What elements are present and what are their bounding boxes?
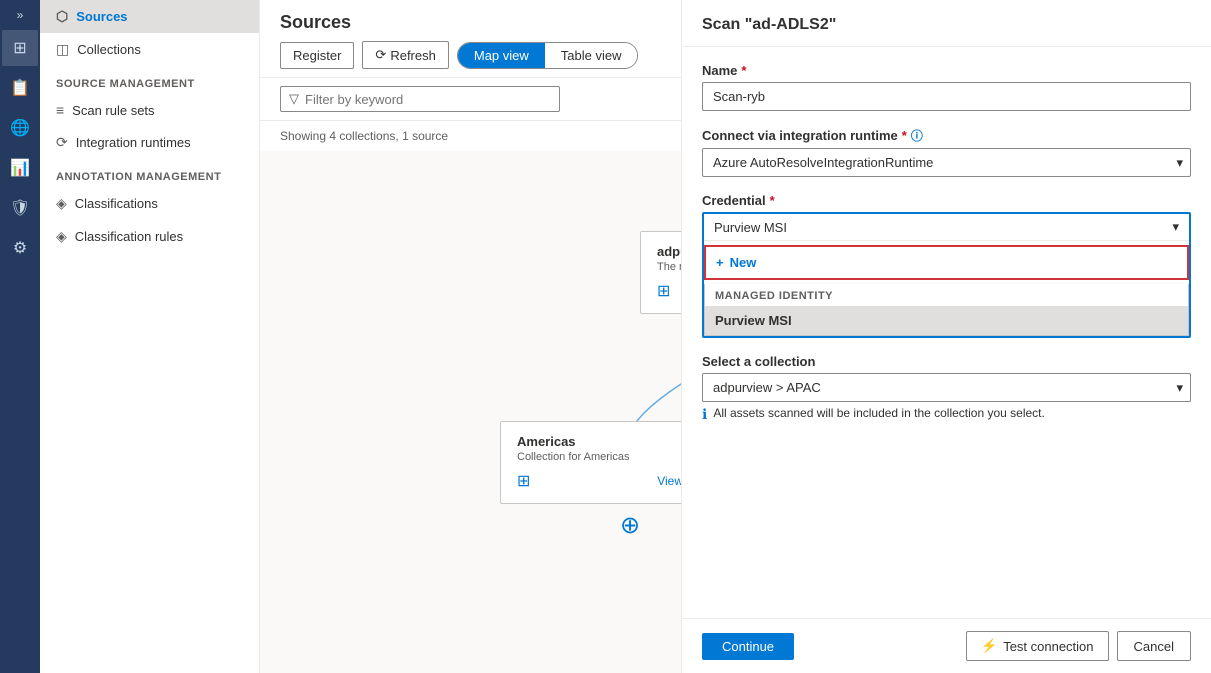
managed-identity-section-label: MANAGED IDENTITY (705, 284, 1188, 306)
name-required: * (741, 63, 746, 78)
credential-current-value: Purview MSI (714, 220, 1172, 235)
scan-panel: Scan "ad-ADLS2" Name * Connect via integ… (681, 0, 1211, 673)
adpurview-card-actions: ⊞ (657, 281, 681, 301)
americas-grid-icon[interactable]: ⊞ (517, 471, 530, 491)
sidebar: ⬡ Sources ◫ Collections Source managemen… (40, 0, 260, 673)
map-canvas: adpurvi The root c ⊞ Americas Collection… (280, 171, 681, 671)
nav-catalog[interactable]: 📋 (2, 70, 38, 106)
panel-header: Scan "ad-ADLS2" (682, 0, 1211, 47)
sidebar-classifications-label: Classifications (75, 196, 158, 211)
main-header: Sources Register ⟳ Refresh Map view Tabl… (260, 0, 681, 78)
collection-select[interactable]: adpurview > APAC (702, 373, 1191, 402)
sidebar-item-sources[interactable]: ⬡ Sources (40, 0, 259, 33)
sidebar-item-classification-rules[interactable]: ◈ Classification rules (40, 220, 259, 253)
main-content: Sources Register ⟳ Refresh Map view Tabl… (260, 0, 681, 673)
credential-input-row[interactable]: Purview MSI ▾ (704, 214, 1189, 241)
runtime-select-wrapper: Azure AutoResolveIntegrationRuntime ▾ (702, 148, 1191, 177)
name-input[interactable] (702, 82, 1191, 111)
info-icon: ℹ (702, 406, 707, 423)
adpurview-grid-icon[interactable]: ⊞ (657, 281, 670, 301)
credential-options: MANAGED IDENTITY Purview MSI (704, 284, 1189, 336)
sidebar-item-classifications[interactable]: ◈ Classifications (40, 187, 259, 220)
sidebar-scan-rule-sets-label: Scan rule sets (72, 103, 154, 118)
sidebar-collections-label: Collections (77, 42, 141, 57)
map-area[interactable]: adpurvi The root c ⊞ Americas Collection… (260, 151, 681, 673)
runtime-label: Connect via integration runtime * ⓘ (702, 127, 1191, 144)
sidebar-item-integration-runtimes[interactable]: ⟳ Integration runtimes (40, 126, 259, 159)
adpurview-card-title: adpurvi (657, 244, 681, 259)
credential-label: Credential * (702, 193, 1191, 208)
new-button-label: New (730, 255, 757, 270)
sidebar-integration-runtimes-label: Integration runtimes (76, 135, 191, 150)
scan-rule-sets-icon: ≡ (56, 102, 64, 118)
credential-chevron-icon: ▾ (1172, 219, 1179, 235)
classifications-icon: ◈ (56, 195, 67, 212)
credential-dropdown-container[interactable]: Purview MSI ▾ + New MANAGED IDENTITY Pur… (702, 212, 1191, 338)
runtime-required: * (902, 128, 907, 143)
americas-card-actions: ⊞ View d (517, 471, 681, 491)
showing-count: Showing 4 collections, 1 source (260, 121, 681, 151)
name-group: Name * (702, 63, 1191, 111)
footer-right-buttons: ⚡ Test connection Cancel (966, 631, 1191, 661)
icon-bar: » ⊞ 📋 🌐 📊 🛡 ⚙ (0, 0, 40, 673)
adpurview-card: adpurvi The root c ⊞ (640, 231, 681, 314)
sidebar-item-scan-rule-sets[interactable]: ≡ Scan rule sets (40, 94, 259, 126)
credential-option-purview-msi[interactable]: Purview MSI (705, 306, 1188, 335)
sidebar-sources-label: Sources (76, 9, 127, 24)
map-view-button[interactable]: Map view (458, 43, 545, 68)
panel-title: Scan "ad-ADLS2" (702, 16, 1191, 34)
adpurview-card-subtitle: The root c (657, 261, 681, 273)
cancel-button[interactable]: Cancel (1117, 631, 1191, 661)
classification-rules-icon: ◈ (56, 228, 67, 245)
sidebar-item-collections[interactable]: ◫ Collections (40, 33, 259, 66)
collection-select-wrapper: adpurview > APAC ▾ (702, 373, 1191, 402)
panel-footer: Continue ⚡ Test connection Cancel (682, 618, 1211, 673)
refresh-button[interactable]: ⟳ Refresh (362, 41, 448, 69)
credential-group: Credential * Purview MSI ▾ + New MANAGED… (702, 193, 1191, 338)
view-details-link[interactable]: View d (657, 474, 681, 488)
name-label: Name * (702, 63, 1191, 78)
view-toggle: Map view Table view (457, 42, 639, 69)
collection-info: ℹ All assets scanned will be included in… (702, 406, 1191, 423)
page-title: Sources (280, 12, 661, 33)
filter-input[interactable] (305, 92, 551, 107)
continue-button[interactable]: Continue (702, 633, 794, 660)
americas-card-title: Americas (517, 434, 681, 449)
filter-bar: ▽ (260, 78, 681, 121)
filter-input-wrapper: ▽ (280, 86, 560, 112)
toolbar: Register ⟳ Refresh Map view Table view (280, 41, 661, 77)
collections-icon: ◫ (56, 41, 69, 58)
collection-info-text: All assets scanned will be included in t… (713, 406, 1045, 420)
runtime-info-icon: ⓘ (911, 127, 923, 144)
add-collection-button[interactable]: ⊕ (620, 511, 640, 540)
nav-globe[interactable]: 🌐 (2, 110, 38, 146)
test-connection-button[interactable]: ⚡ Test connection (966, 631, 1109, 661)
credential-required: * (770, 193, 775, 208)
filter-icon: ▽ (289, 91, 299, 107)
annotation-management-group: Annotation management (40, 159, 259, 187)
nav-home[interactable]: ⊞ (2, 30, 38, 66)
sources-icon: ⬡ (56, 8, 68, 25)
nav-insights[interactable]: 📊 (2, 150, 38, 186)
runtime-select[interactable]: Azure AutoResolveIntegrationRuntime (702, 148, 1191, 177)
new-credential-button[interactable]: + New (704, 245, 1189, 280)
table-view-button[interactable]: Table view (545, 43, 638, 68)
collection-group: Select a collection adpurview > APAC ▾ ℹ… (702, 354, 1191, 423)
panel-body: Name * Connect via integration runtime *… (682, 47, 1211, 618)
refresh-icon: ⟳ (375, 47, 386, 63)
expand-collapse-icon[interactable]: » (17, 8, 24, 22)
collection-label: Select a collection (702, 354, 1191, 369)
runtime-group: Connect via integration runtime * ⓘ Azur… (702, 127, 1191, 177)
integration-runtimes-icon: ⟳ (56, 134, 68, 151)
americas-card: Americas Collection for Americas ⊞ View … (500, 421, 681, 504)
test-connection-icon: ⚡ (981, 638, 997, 654)
plus-icon: + (716, 255, 724, 270)
nav-management[interactable]: ⚙ (2, 230, 38, 266)
register-button[interactable]: Register (280, 42, 354, 69)
americas-card-subtitle: Collection for Americas (517, 451, 681, 463)
source-management-group: Source management (40, 66, 259, 94)
nav-policy[interactable]: 🛡 (2, 190, 38, 226)
sidebar-classification-rules-label: Classification rules (75, 229, 183, 244)
